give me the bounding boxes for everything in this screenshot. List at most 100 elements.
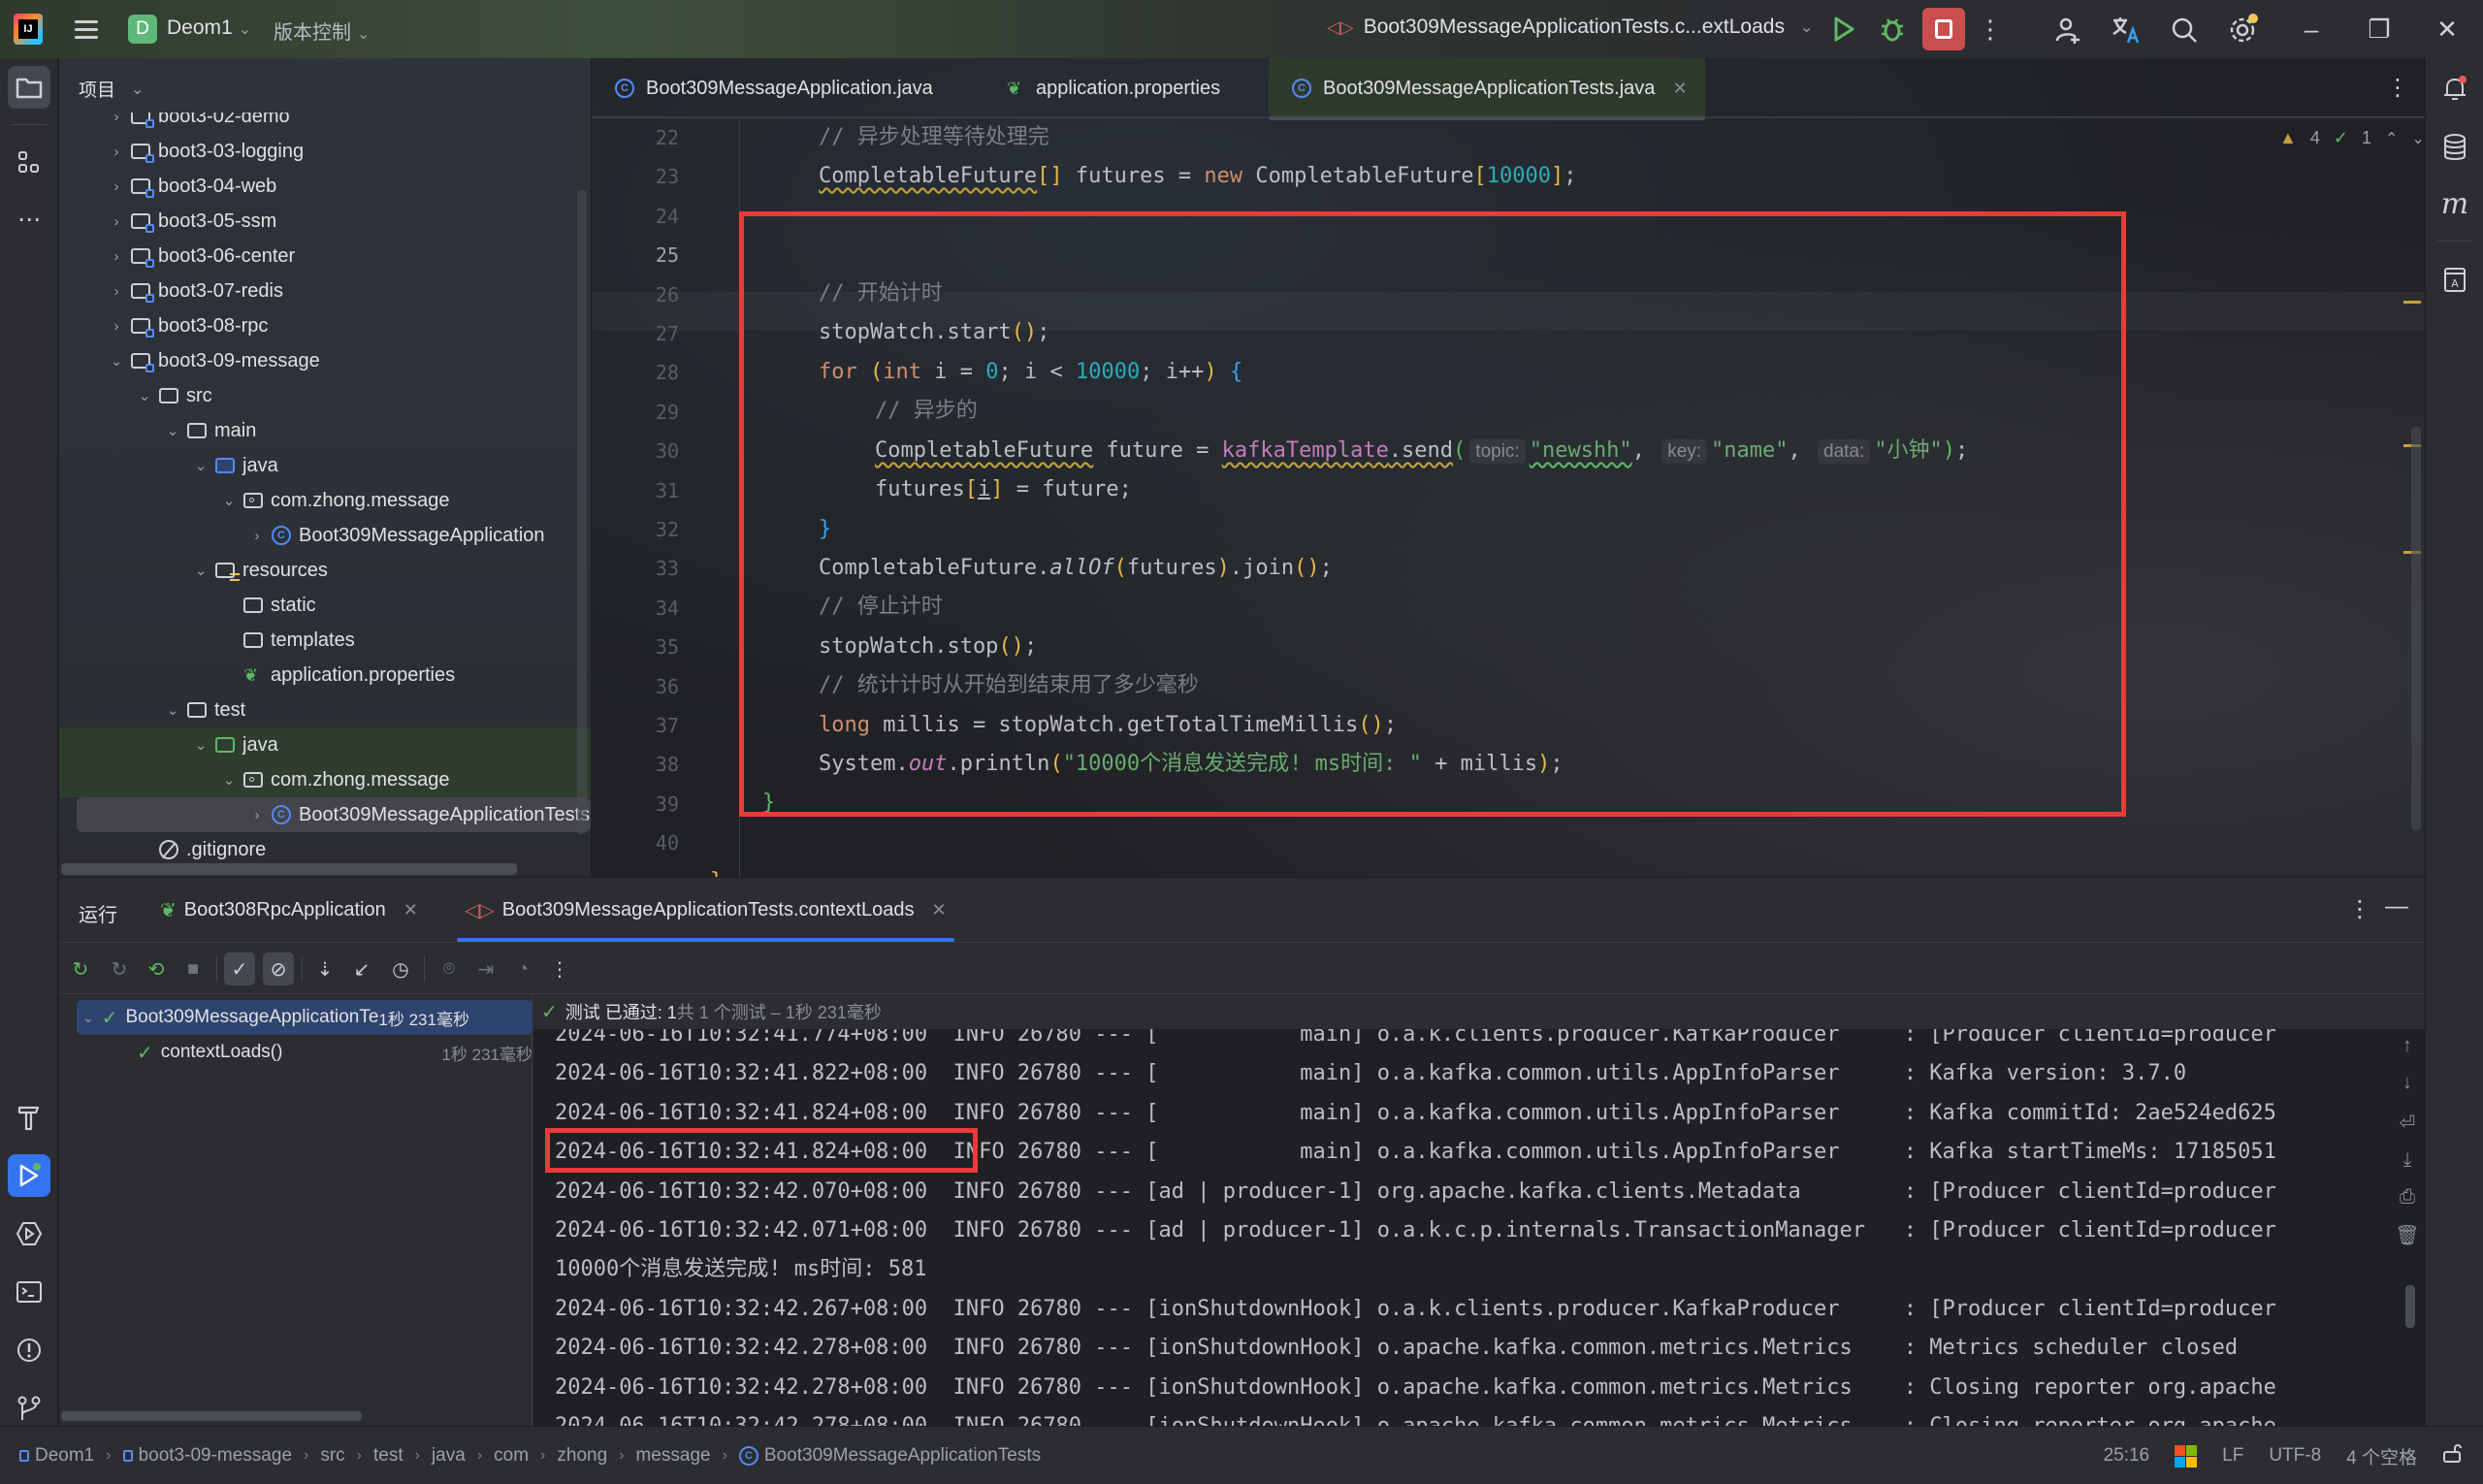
tree-item[interactable]: › boot3-03-logging — [59, 134, 591, 169]
sort-button[interactable]: ⇣ — [309, 952, 340, 985]
run-panel-options-button[interactable]: ⋮ — [2348, 895, 2371, 923]
import-tests-button[interactable]: ⇥ — [470, 952, 501, 985]
tree-item[interactable]: ⌄ java — [59, 727, 591, 762]
tab-options-button[interactable]: ⋮ — [2386, 74, 2409, 102]
tree-item[interactable]: static — [59, 588, 591, 623]
run-config-selector[interactable]: ◁▷ Boot309MessageApplicationTests.c...ex… — [1327, 16, 1813, 39]
minimize-button[interactable]: – — [2297, 14, 2326, 45]
project-tool-button[interactable] — [8, 66, 50, 109]
chevron-down-icon[interactable]: ⌄ — [190, 736, 211, 754]
close-tab-icon[interactable]: ✕ — [931, 900, 946, 920]
ai-assistant-button[interactable]: A — [2434, 258, 2476, 301]
notifications-button[interactable] — [2434, 68, 2476, 111]
tree-item[interactable]: › C Boot309MessageApplication — [59, 518, 591, 553]
test-suite-row[interactable]: ⌄ ✓ Boot309MessageApplicationTe 1秒 231毫秒 — [77, 1000, 532, 1035]
breadcrumb-item[interactable]: com — [494, 1445, 529, 1467]
chevron-right-icon[interactable]: › — [106, 318, 127, 335]
git-tool-button[interactable] — [8, 1387, 50, 1430]
rerun-button[interactable]: ↻ — [65, 952, 96, 985]
search-everywhere-button[interactable] — [2167, 14, 2202, 47]
stop-run-button[interactable]: ■ — [177, 952, 209, 985]
stop-button[interactable] — [1922, 8, 1965, 50]
indent-setting[interactable]: 4 个空格 — [2346, 1443, 2417, 1469]
tree-item[interactable]: templates — [59, 623, 591, 658]
print-button[interactable]: ⎙ — [2395, 1186, 2420, 1213]
tree-item[interactable]: ⌄ test — [59, 693, 591, 727]
breadcrumb-item[interactable]: test — [373, 1445, 403, 1467]
chevron-right-icon[interactable]: › — [106, 248, 127, 265]
debug-button[interactable] — [1876, 14, 1909, 45]
project-badge[interactable]: D — [128, 15, 157, 44]
show-ignored-toggle[interactable]: ⊘ — [263, 952, 294, 985]
toggle-auto-test-button[interactable]: ⟲ — [141, 952, 172, 985]
chevron-right-icon[interactable]: › — [106, 283, 127, 300]
chevron-down-icon[interactable]: ⌄ — [190, 457, 211, 474]
tree-item[interactable]: ⌄ com.zhong.message — [59, 483, 591, 518]
chevron-right-icon[interactable]: › — [106, 213, 127, 230]
chevron-right-icon[interactable]: › — [246, 528, 268, 544]
tree-item[interactable]: ⌄ com.zhong.message — [59, 762, 591, 797]
close-tab-icon[interactable]: ✕ — [1672, 79, 1687, 99]
file-encoding[interactable]: UTF-8 — [2269, 1445, 2321, 1467]
close-window-button[interactable]: ✕ — [2433, 14, 2462, 45]
tree-item[interactable]: › boot3-06-center — [59, 239, 591, 274]
tree-item[interactable]: .gitignore — [59, 832, 591, 867]
screenshot-button[interactable]: ⌾ — [434, 952, 465, 985]
tree-vertical-scrollbar[interactable] — [577, 190, 587, 834]
scroll-to-end-button[interactable]: ⤓ — [2395, 1149, 2420, 1177]
chevron-right-icon[interactable]: › — [106, 178, 127, 195]
chevron-right-icon[interactable]: › — [106, 113, 127, 125]
chevron-down-icon[interactable]: ⌄ — [162, 422, 183, 439]
database-button[interactable] — [2434, 126, 2476, 169]
chevron-down-icon[interactable]: ⌄ — [106, 352, 127, 370]
chevron-right-icon[interactable]: › — [106, 144, 127, 160]
maven-button[interactable]: m — [2434, 182, 2476, 225]
tree-horizontal-scrollbar[interactable] — [61, 863, 517, 875]
restore-button[interactable]: ❐ — [2365, 14, 2394, 45]
breadcrumb-item[interactable]: boot3-09-message — [122, 1445, 292, 1467]
services-tool-button[interactable] — [8, 1212, 50, 1255]
hide-panel-button[interactable]: — — [2385, 893, 2408, 920]
terminal-tool-button[interactable] — [8, 1271, 50, 1313]
translate-button[interactable] — [2109, 14, 2144, 47]
tree-item[interactable]: ⌄ main — [59, 413, 591, 448]
run-button[interactable] — [1827, 14, 1860, 45]
more-actions-button[interactable]: ⋮ — [1978, 14, 2003, 45]
previous-problem-icon[interactable]: ⌃ — [2385, 129, 2398, 148]
run-tab-boot309-tests[interactable]: ◁▷ Boot309MessageApplicationTests.contex… — [457, 878, 954, 942]
clear-console-button[interactable]: 🗑 — [2395, 1223, 2420, 1250]
rerun-failed-button[interactable]: ↻ — [104, 952, 135, 985]
tree-item[interactable]: › boot3-05-ssm — [59, 204, 591, 239]
tree-item[interactable]: › boot3-08-rpc — [59, 308, 591, 343]
settings-button[interactable] — [2225, 14, 2260, 47]
more-tools-button[interactable]: ⋯ — [8, 198, 50, 241]
tree-item[interactable]: ⌄ boot3-09-message — [59, 343, 591, 378]
read-only-toggle[interactable] — [2442, 1442, 2464, 1469]
problems-tool-button[interactable] — [8, 1329, 50, 1371]
tab-boot309-application[interactable]: C Boot309MessageApplication.java — [603, 58, 945, 118]
project-switcher[interactable]: Deom1 ⌄ — [167, 16, 251, 40]
more-run-actions-button[interactable]: ⋮ — [544, 952, 575, 985]
tree-item[interactable]: › boot3-04-web — [59, 169, 591, 204]
run-tab-boot308[interactable]: ❦ Boot308RpcApplication ✕ — [160, 878, 418, 942]
tree-item[interactable]: › boot3-07-redis — [59, 274, 591, 308]
project-view-selector[interactable]: 项目 ⌄ — [79, 76, 144, 102]
chevron-down-icon[interactable]: ⌄ — [190, 562, 211, 579]
inspection-widget[interactable]: ▲ 4 ✓ 1 ⌃ ⌄ — [2279, 128, 2425, 148]
main-menu-button[interactable] — [70, 14, 103, 45]
breadcrumb-item[interactable]: zhong — [557, 1445, 607, 1467]
close-tab-icon[interactable]: ✕ — [403, 900, 418, 920]
tree-item[interactable]: ⌄ src — [59, 378, 591, 413]
test-history-button[interactable]: ◷ — [385, 952, 416, 985]
tree-item[interactable]: › boot3-02-demo — [59, 113, 591, 134]
build-tool-button[interactable] — [8, 1096, 50, 1139]
collapse-button[interactable]: ↙ — [346, 952, 377, 985]
console-output[interactable]: ✓ 测试 已通过: 1 共 1 个测试 – 1秒 231毫秒 2024-06-1… — [533, 994, 2425, 1427]
tree-item[interactable]: › C Boot309MessageApplicationTests — [77, 797, 591, 832]
chevron-down-icon[interactable]: ⌄ — [134, 387, 155, 404]
chevron-down-icon[interactable]: ⌄ — [218, 771, 240, 789]
tree-item[interactable]: ⌄ java — [59, 448, 591, 483]
breadcrumb-item[interactable]: java — [432, 1445, 466, 1467]
editor-vertical-scrollbar[interactable] — [2411, 427, 2421, 830]
coverage-button[interactable]: ◔ — [507, 952, 538, 985]
